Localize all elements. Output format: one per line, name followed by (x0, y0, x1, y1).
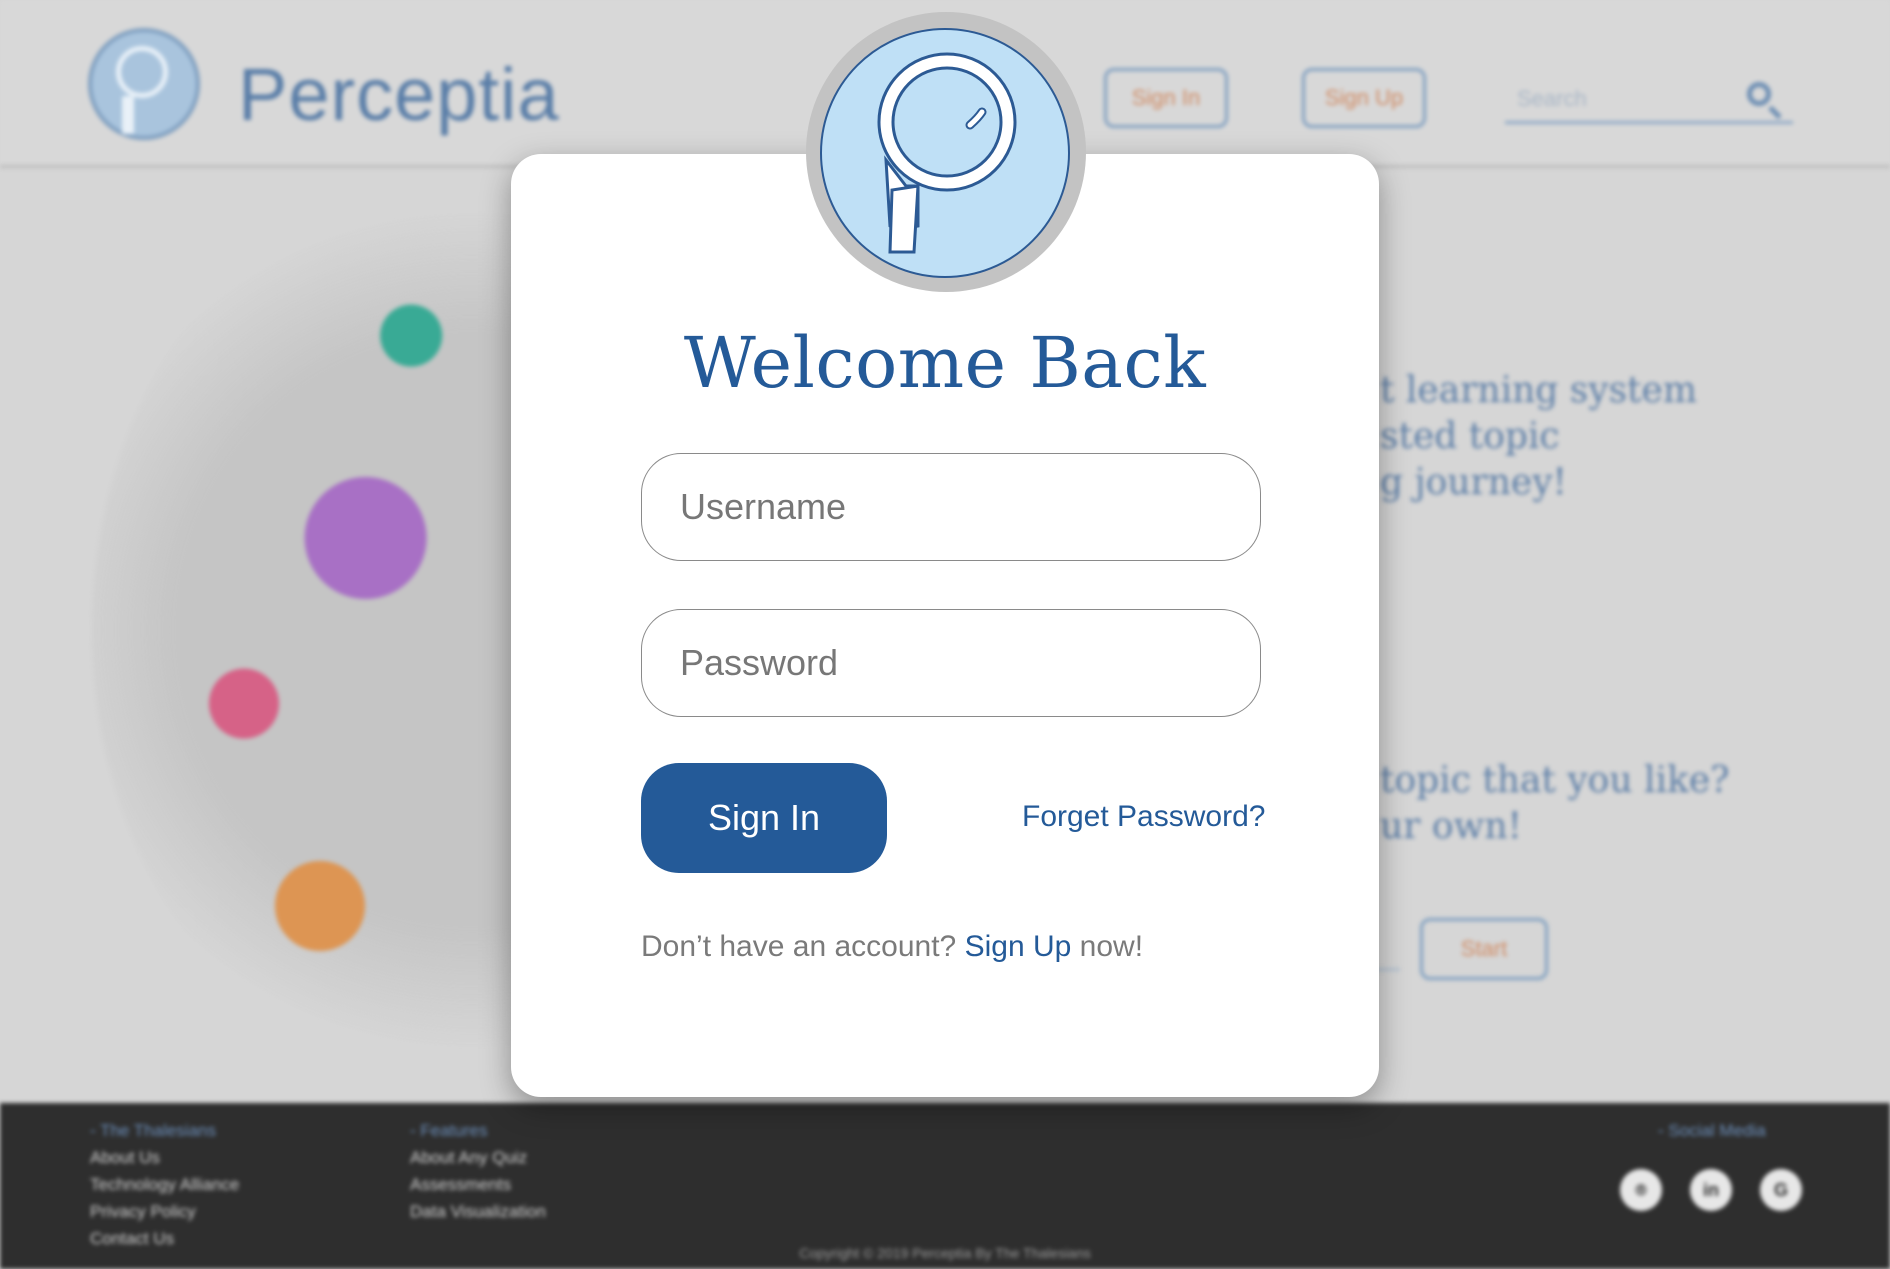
password-input[interactable] (642, 610, 1260, 716)
signup-prefix: Don’t have an account? (641, 930, 957, 963)
footer-link[interactable]: About Any Quiz (410, 1144, 546, 1171)
sign-up-link[interactable]: Sign Up (965, 930, 1072, 963)
modal-title: Welcome Back (683, 322, 1207, 404)
footer-link[interactable]: Data Visualization (410, 1198, 546, 1225)
linkedin-icon[interactable]: in (1690, 1169, 1732, 1211)
header-sign-in-button[interactable]: Sign In (1104, 68, 1228, 128)
footer-column-features: - Features About Any Quiz Assessments Da… (410, 1117, 546, 1225)
start-button[interactable]: Start (1420, 918, 1548, 980)
header-search[interactable]: Search (1505, 78, 1793, 124)
header-sign-up-button[interactable]: Sign Up (1302, 68, 1426, 128)
footer-link[interactable]: About Us (90, 1144, 239, 1171)
footer-column-thalesians: - The Thalesians About Us Technology All… (90, 1117, 239, 1252)
search-placeholder: Search (1517, 86, 1587, 111)
social-icons: ⌾ in G (1620, 1169, 1802, 1211)
intro-text: t learning system sted topic g journey! (1380, 370, 1697, 503)
sign-in-button[interactable]: Sign In (641, 763, 887, 873)
perceptia-logo-icon (88, 28, 200, 140)
copyright: Copyright © 2019 Perceptia By The Thales… (799, 1245, 1091, 1261)
site-footer: - The Thalesians About Us Technology All… (0, 1103, 1890, 1269)
forget-password-link[interactable]: Forget Password? (1022, 800, 1265, 834)
brand-name: Perceptia (238, 53, 560, 136)
footer-link[interactable]: Technology Alliance (90, 1171, 239, 1198)
username-field (641, 453, 1261, 561)
github-icon[interactable]: ⌾ (1620, 1169, 1662, 1211)
signup-suffix: now! (1079, 930, 1144, 963)
signup-prompt: Don’t have an account? Sign Up now! (641, 930, 1143, 964)
footer-link[interactable]: Assessments (410, 1171, 546, 1198)
footer-link[interactable]: Privacy Policy (90, 1198, 239, 1225)
google-icon[interactable]: G (1760, 1169, 1802, 1211)
footer-social-heading: - Social Media (1658, 1121, 1766, 1140)
magnifier-logo-icon (820, 28, 1070, 278)
password-field (641, 609, 1261, 717)
search-icon[interactable] (1747, 82, 1771, 106)
prompt-text: topic that you like? ur own! (1380, 760, 1730, 847)
username-input[interactable] (642, 454, 1260, 560)
